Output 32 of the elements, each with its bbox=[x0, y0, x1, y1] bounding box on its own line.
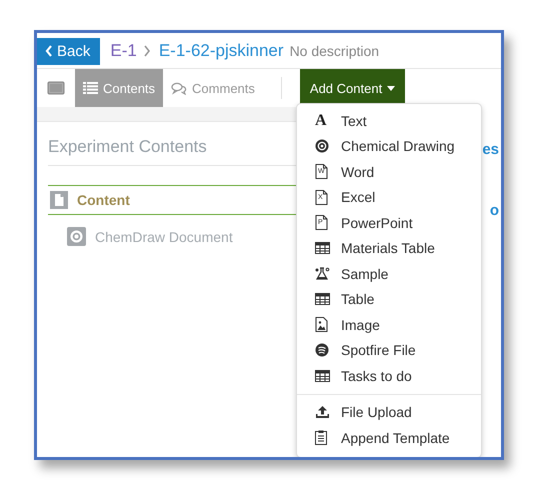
menu-item[interactable]: Sample bbox=[297, 261, 481, 286]
spotfire-icon bbox=[315, 343, 329, 358]
chemical-icon bbox=[315, 139, 329, 154]
text-icon: A bbox=[315, 112, 327, 129]
menu-item[interactable]: A Text bbox=[297, 108, 481, 134]
table-icon bbox=[315, 293, 330, 306]
menu-item[interactable]: Tasks to do bbox=[297, 363, 481, 388]
table-icon bbox=[315, 242, 330, 254]
image-icon bbox=[315, 317, 328, 332]
chevron-right-icon bbox=[142, 45, 151, 57]
menu-item[interactable]: Table bbox=[297, 286, 481, 312]
link-text[interactable]: es bbox=[482, 141, 499, 159]
upload-icon bbox=[315, 405, 330, 420]
back-button[interactable]: Back bbox=[37, 38, 100, 64]
description-text: No description bbox=[290, 43, 380, 59]
menu-item[interactable]: Image bbox=[297, 312, 481, 338]
caret-icon bbox=[387, 86, 396, 90]
breadcrumb-link[interactable]: E-1 bbox=[110, 41, 137, 61]
menu-item[interactable]: File Upload bbox=[297, 400, 481, 425]
panel-icon bbox=[47, 81, 65, 95]
chemdraw-icon bbox=[67, 227, 86, 246]
document-icon bbox=[50, 191, 68, 209]
comments-icon bbox=[171, 82, 188, 94]
chevron-left-icon bbox=[45, 45, 53, 57]
link-text[interactable]: o bbox=[490, 202, 499, 220]
table-icon bbox=[315, 370, 330, 382]
menu-item[interactable]: Append Template bbox=[297, 425, 481, 450]
menu-item[interactable]: Spotfire File bbox=[297, 338, 481, 363]
flask-icon bbox=[315, 266, 330, 281]
list-icon bbox=[83, 82, 98, 94]
clipboard-icon bbox=[315, 430, 327, 446]
experiment-title: E-1-62-pjskinner bbox=[158, 41, 284, 61]
